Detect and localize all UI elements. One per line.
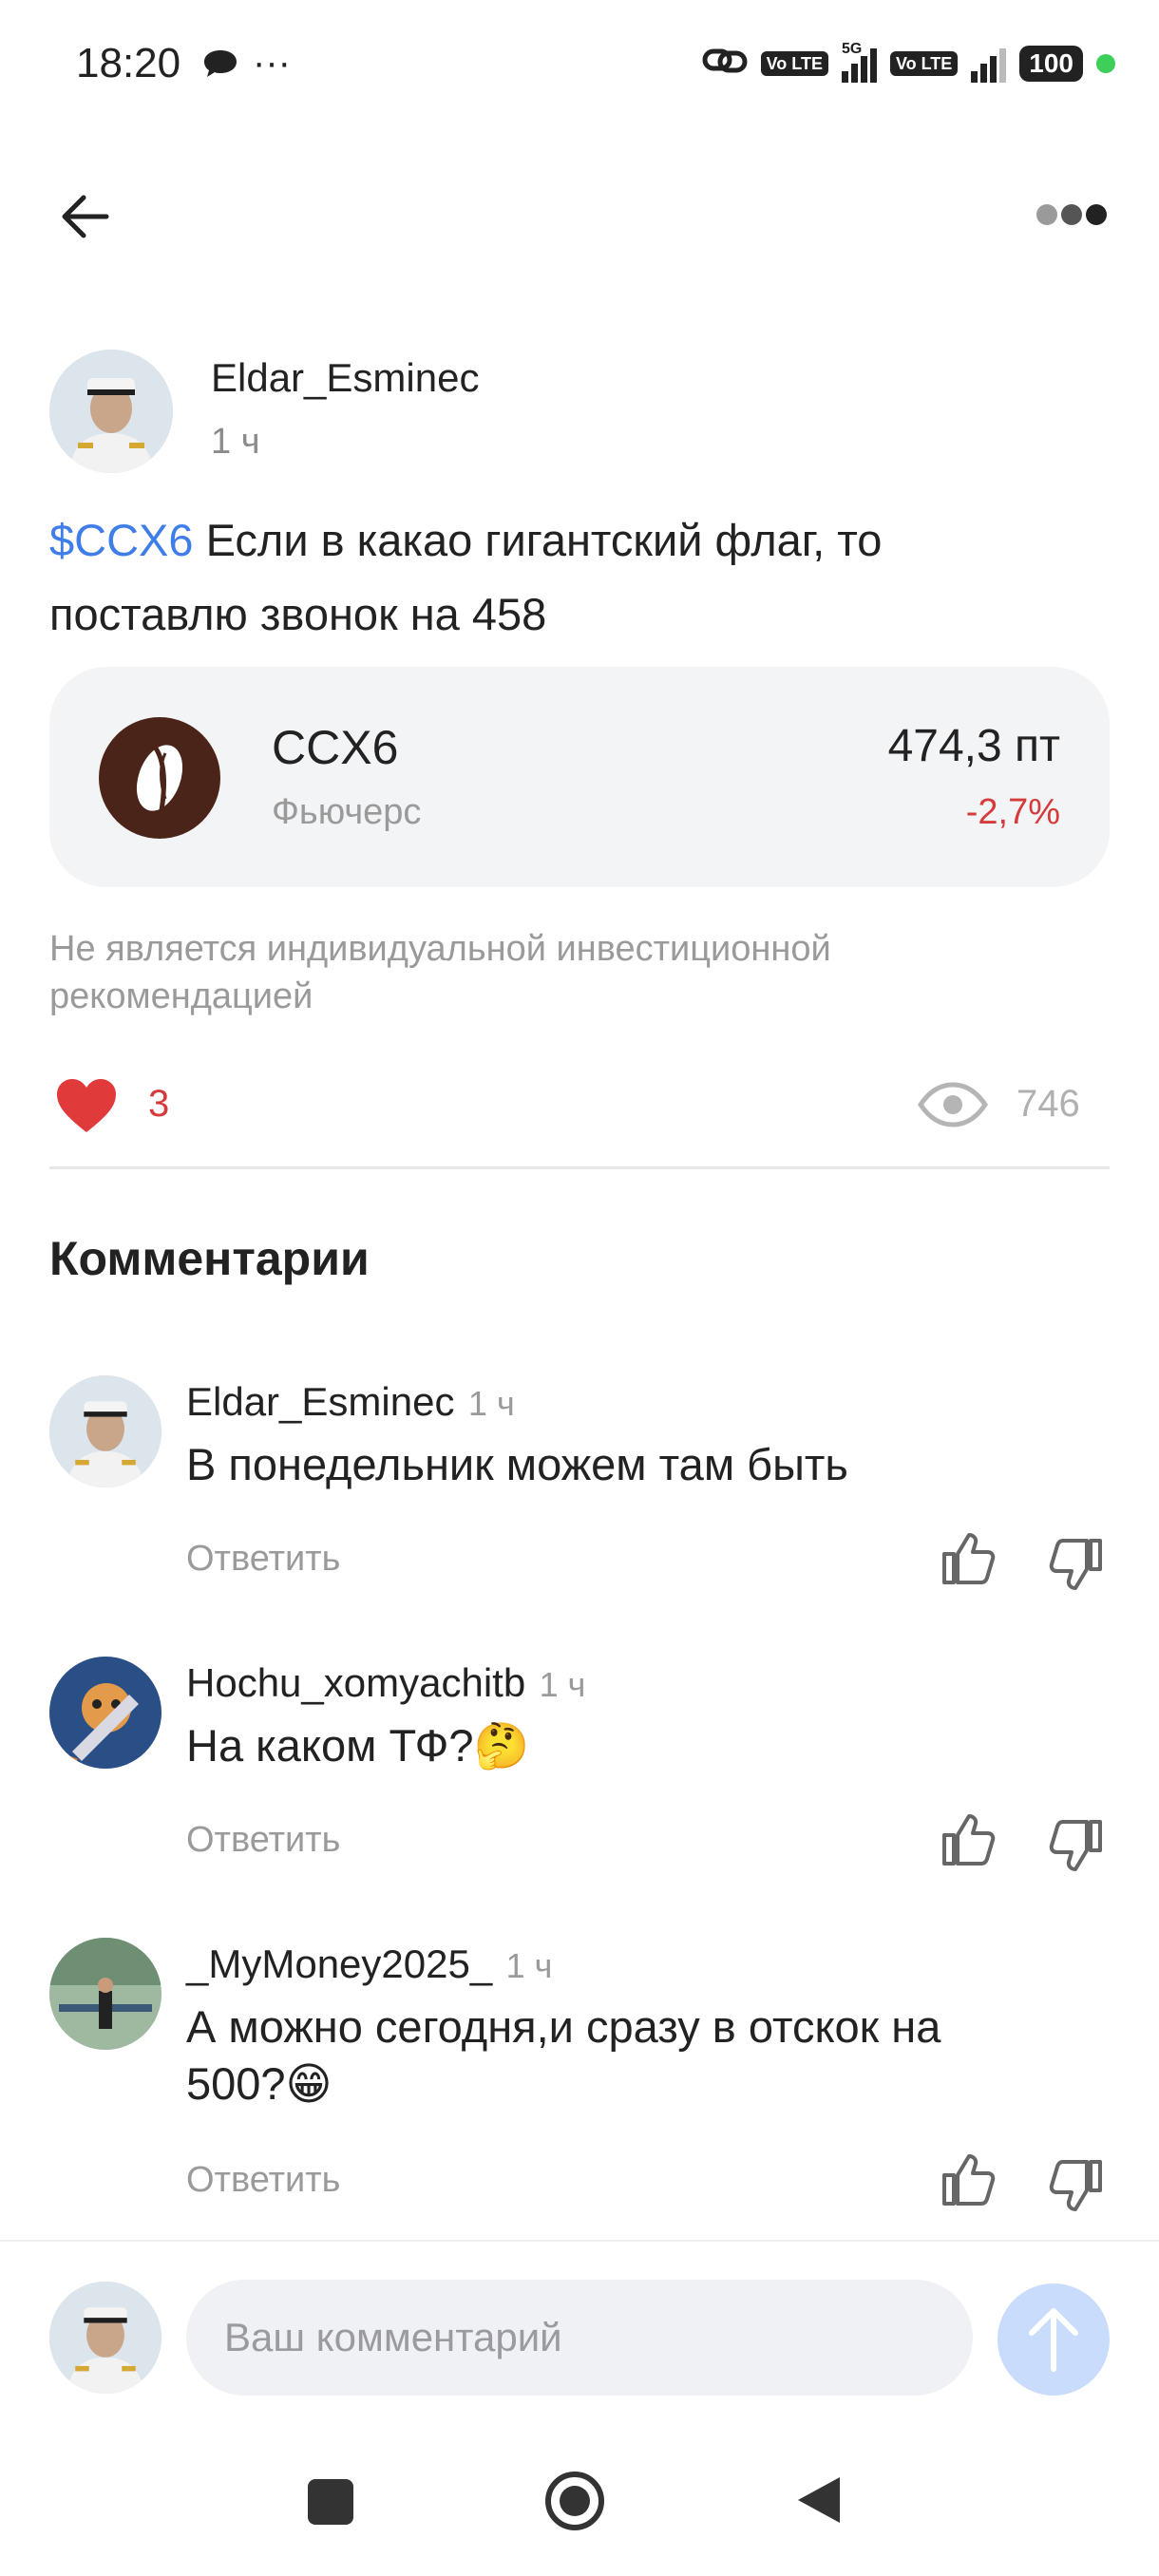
nav-back-button[interactable] xyxy=(794,2473,844,2527)
disclaimer-text: Не является индивидуальной инвестиционно… xyxy=(49,929,831,1016)
more-options-icon[interactable] xyxy=(1034,196,1110,234)
comment-header: Eldar_Esminec 1 ч xyxy=(186,1379,515,1425)
status-time: 18:20 xyxy=(76,40,181,86)
thumbs-down-icon[interactable] xyxy=(1049,1537,1104,1592)
post-text-line2: поставлю звонок на 458 xyxy=(49,589,547,639)
comment-avatar[interactable] xyxy=(49,1657,162,1769)
thumbs-up-icon[interactable] xyxy=(940,1531,996,1586)
comments-heading: Комментарии xyxy=(49,1232,370,1285)
thumbs-down-icon[interactable] xyxy=(1049,2158,1104,2213)
author-avatar[interactable] xyxy=(49,350,173,473)
signal-5g-icon: 5G xyxy=(841,41,877,83)
comment-text: На каком ТФ?🤔 xyxy=(186,1720,530,1771)
instrument-name: CCX6 xyxy=(272,721,399,774)
arrow-up-icon xyxy=(1029,2308,1078,2372)
active-dot-icon xyxy=(1096,53,1115,73)
comment-text-line1: А можно сегодня,и сразу в отскок на xyxy=(186,2001,941,2052)
comment-time: 1 ч xyxy=(505,1946,553,1985)
comment-input[interactable] xyxy=(186,2280,973,2396)
post-text-line1: Если в какао гигантский флаг, то xyxy=(193,515,883,565)
comment-text-line2: 500?😁 xyxy=(186,2058,332,2109)
recent-apps-button[interactable] xyxy=(308,2479,353,2525)
reply-button[interactable]: Ответить xyxy=(186,2160,340,2201)
reply-button[interactable]: Ответить xyxy=(186,1539,340,1580)
instrument-change: -2,7% xyxy=(965,792,1060,832)
signal-icon xyxy=(971,45,1007,83)
input-bar-divider xyxy=(0,2240,1159,2242)
post-timestamp: 1 ч xyxy=(211,422,260,462)
comment-author[interactable]: Hochu_xomyachitb xyxy=(186,1660,525,1705)
thumbs-down-icon[interactable] xyxy=(1049,1818,1104,1873)
comment-avatar[interactable] xyxy=(49,1938,162,2050)
like-count: 3 xyxy=(148,1083,170,1125)
cocoa-bean-icon xyxy=(99,717,220,839)
comment-header: _MyMoney2025_ 1 ч xyxy=(186,1941,552,1987)
thumbs-up-icon[interactable] xyxy=(940,2152,996,2207)
battery-indicator: 100 xyxy=(1019,45,1083,82)
thumbs-up-icon[interactable] xyxy=(940,1812,996,1867)
my-avatar xyxy=(49,2282,162,2394)
comment-text: А можно сегодня,и сразу в отскок на 500?… xyxy=(186,1998,1098,2112)
status-icons: Vo LTE 5G Vo LTE 100 xyxy=(702,41,1115,85)
comment-author[interactable]: _MyMoney2025_ xyxy=(186,1941,492,1986)
comment-text: В понедельник можем там быть xyxy=(186,1439,848,1489)
link-icon xyxy=(702,42,748,85)
network-type: 5G xyxy=(841,40,863,57)
chat-bubble-icon xyxy=(201,47,239,86)
home-button[interactable] xyxy=(543,2470,606,2532)
reply-button[interactable]: Ответить xyxy=(186,1820,340,1861)
instrument-card[interactable]: CCX6 Фьючерс 474,3 пт -2,7% xyxy=(49,667,1110,887)
comment-header: Hochu_xomyachitb 1 ч xyxy=(186,1660,585,1706)
more-dots-icon: ··· xyxy=(253,42,291,84)
ticker-link[interactable]: $CCX6 xyxy=(49,515,194,565)
comment-time: 1 ч xyxy=(539,1665,586,1704)
comment-avatar[interactable] xyxy=(49,1375,162,1487)
instrument-price: 474,3 пт xyxy=(887,721,1060,771)
back-arrow-icon[interactable] xyxy=(55,186,116,247)
post-author-name[interactable]: Eldar_Esminec xyxy=(211,355,479,401)
heart-icon[interactable] xyxy=(55,1077,118,1134)
volte-icon: Vo LTE xyxy=(760,50,828,76)
divider xyxy=(49,1166,1110,1169)
instrument-type: Фьючерс xyxy=(272,792,422,832)
send-button[interactable] xyxy=(998,2283,1110,2396)
eye-icon xyxy=(917,1081,989,1128)
comment-time: 1 ч xyxy=(467,1384,515,1423)
comment-author[interactable]: Eldar_Esminec xyxy=(186,1379,454,1424)
volte-icon-2: Vo LTE xyxy=(889,50,959,76)
views-count: 746 xyxy=(1016,1083,1080,1125)
post-text: $CCX6 Если в какао гигантский флаг, то п… xyxy=(49,503,1094,652)
